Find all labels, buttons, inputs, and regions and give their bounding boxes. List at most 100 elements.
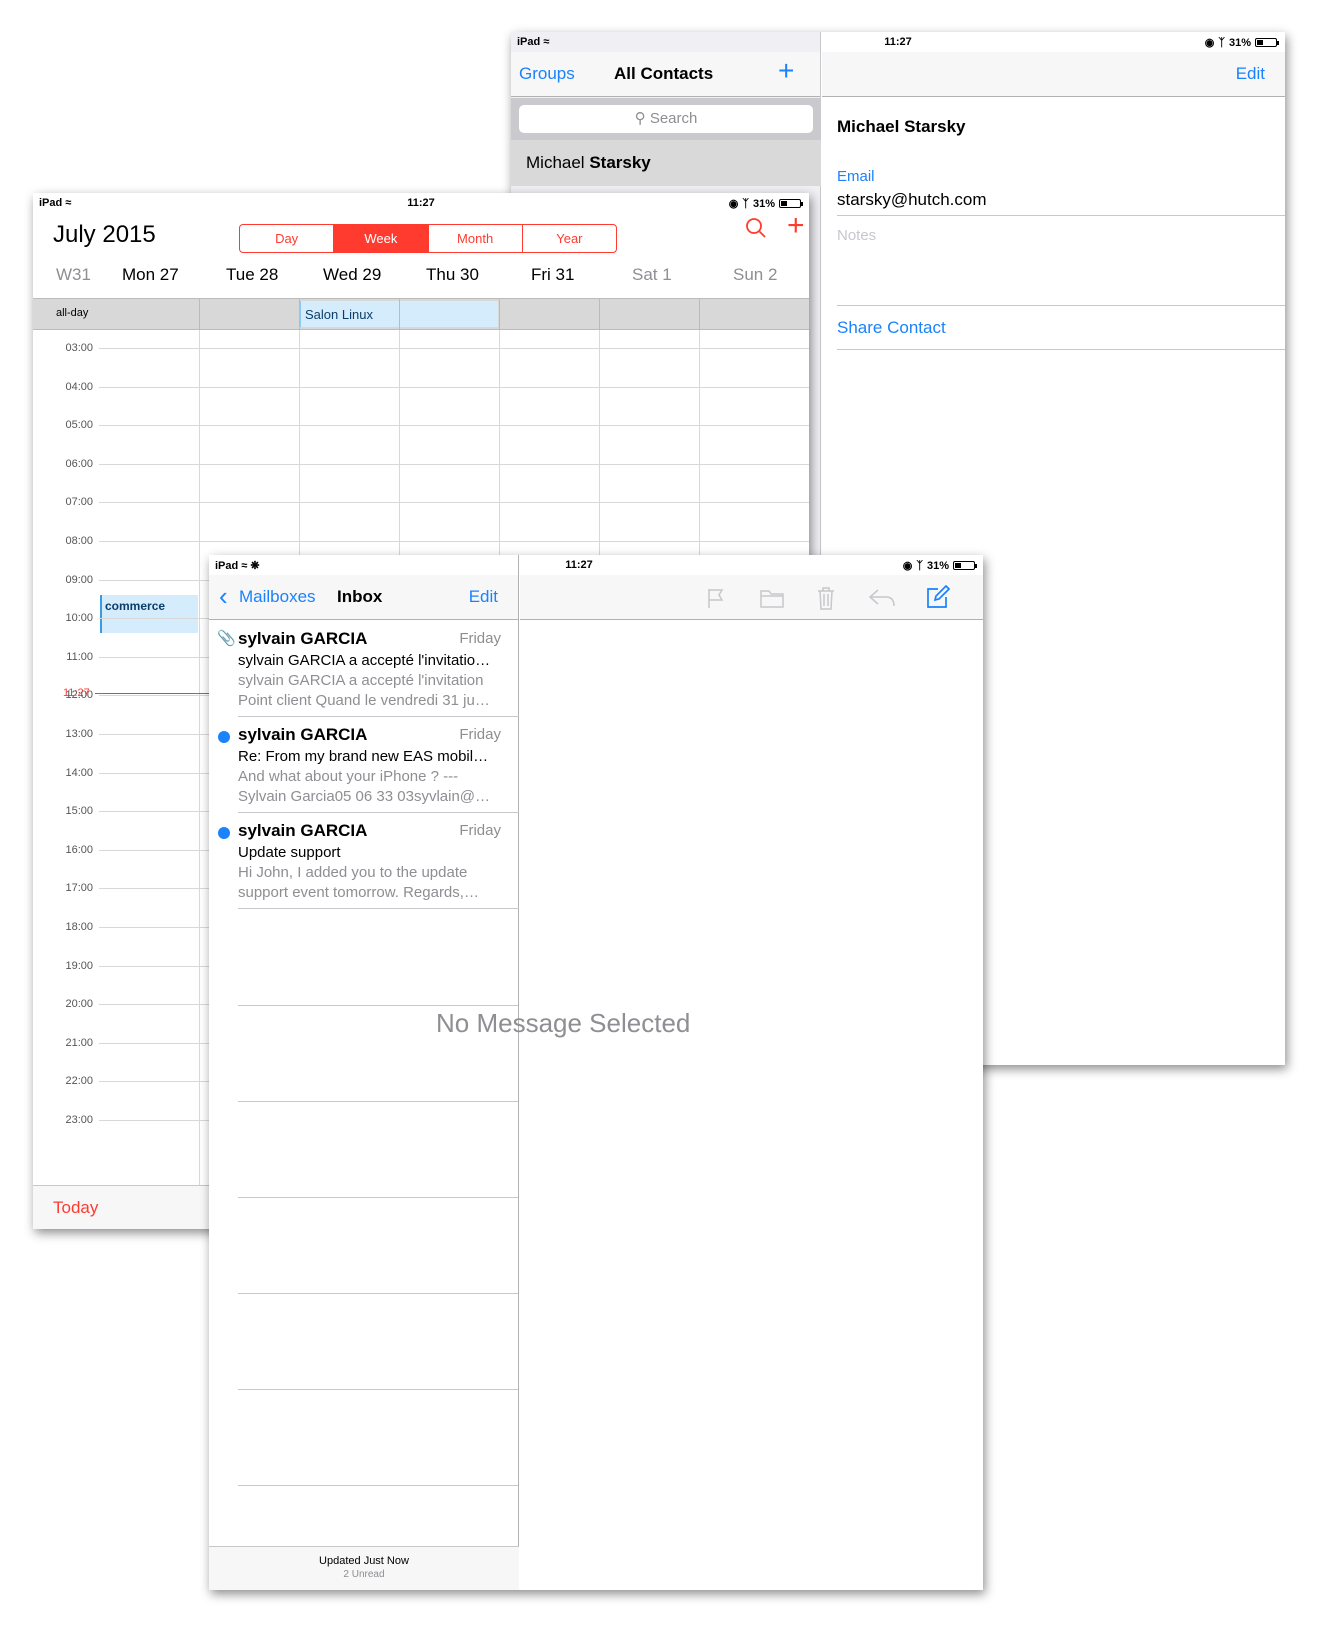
message-row[interactable]: 📎 sylvain GARCIA Friday sylvain GARCIA a… [209,621,519,717]
view-segmented-control: Day Week Month Year [239,224,617,253]
hour-label: 05:00 [65,419,93,431]
message-preview: sylvain GARCIA a accepté l'invitation Po… [238,671,500,711]
battery-icon [1255,38,1279,47]
divider [238,908,519,909]
mail-nav-bar: ‹ Mailboxes Inbox Edit [209,575,518,620]
folder-icon[interactable] [760,588,784,608]
search-icon[interactable] [745,217,767,239]
segment-day[interactable]: Day [240,225,333,252]
battery-percent: 31% [752,197,775,210]
contact-row-selected[interactable]: Michael Starsky [511,140,821,186]
message-preview-line: And what about your iPhone ? --- [238,768,459,785]
mailboxes-button[interactable]: Mailboxes [239,587,316,607]
mail-window: ‹ Mailboxes Inbox Edit 📎 sylvain GARCIA … [209,555,983,1590]
hour-label: 07:00 [65,496,93,508]
hour-label: 16:00 [65,844,93,856]
status-time: 11:27 [884,36,912,48]
today-button[interactable]: Today [53,1198,98,1218]
hour-label: 03:00 [65,342,93,354]
day-column-divider [199,330,200,1185]
empty-row-divider [238,1485,518,1486]
divider [837,305,1285,306]
message-sender: sylvain GARCIA [238,725,368,744]
hour-gridline [99,502,809,503]
calendar-month-title: July 2015 [53,221,156,249]
contacts-search-input[interactable]: ⚲ Search [519,105,813,133]
status-bar: iPad ≈ ❋ 11:27 ◉ ᛉ 31% [209,555,983,575]
segment-week[interactable]: Week [333,225,428,252]
divider [699,299,700,329]
contacts-title: All Contacts [614,64,714,83]
flag-icon[interactable] [706,587,726,609]
status-time: 11:27 [407,197,435,209]
bluetooth-icon: ᛉ [916,559,923,572]
divider [499,299,500,329]
segment-year[interactable]: Year [521,225,616,252]
year-label: 2015 [102,221,156,248]
battery-icon [953,561,977,570]
message-row[interactable]: sylvain GARCIA Friday Re: From my brand … [209,717,519,813]
share-contact-button[interactable]: Share Contact [837,318,946,338]
battery-icon [779,199,803,208]
reply-icon[interactable] [868,588,896,608]
divider [837,215,1285,216]
all-day-label: all-day [56,307,89,319]
inbox-title: Inbox [337,587,383,606]
empty-row-divider [238,1389,518,1390]
status-bar: iPad ≈ 11:27 ◉ ᛉ 31% [511,32,1285,52]
empty-row-divider [238,1293,518,1294]
lock-rotation-icon: ◉ [902,560,913,572]
message-preview-line: Point client Quand le vendredi 31 ju… [238,692,490,709]
message-preview-line: Hi John, I added you to the update [238,864,468,881]
trash-icon[interactable] [816,586,836,610]
message-sender: sylvain GARCIA [238,821,368,840]
segment-month[interactable]: Month [427,225,522,252]
search-icon: ⚲ [634,110,646,127]
bluetooth-icon: ᛉ [1218,36,1225,49]
empty-row-divider [238,1101,518,1102]
day-header-sat[interactable]: Sat 1 [632,265,672,285]
add-event-button[interactable]: + [787,209,805,243]
day-header-wed[interactable]: Wed 29 [323,265,381,285]
day-header-mon[interactable]: Mon 27 [122,265,179,285]
back-chevron-icon[interactable]: ‹ [219,581,228,612]
divider [399,299,400,329]
hour-label: 19:00 [65,960,93,972]
edit-contact-button[interactable]: Edit [1236,64,1265,84]
event-commerce[interactable]: commerce [100,595,198,633]
groups-button[interactable]: Groups [519,64,575,84]
contact-detail-name: Michael Starsky [837,117,966,136]
mail-status-footer: Updated Just Now 2 Unread [209,1546,519,1590]
hour-label: 22:00 [65,1075,93,1087]
contact-detail-nav: Edit [822,52,1285,97]
compose-icon[interactable] [926,585,950,609]
day-header-tue[interactable]: Tue 28 [226,265,278,285]
email-value[interactable]: starsky@hutch.com [837,190,987,210]
battery-percent: 31% [926,559,949,572]
edit-mail-button[interactable]: Edit [469,587,498,607]
week-number: W31 [56,265,91,284]
hour-label: 14:00 [65,767,93,779]
hour-gridline [99,348,809,349]
hour-label: 17:00 [65,882,93,894]
day-header-thu[interactable]: Thu 30 [426,265,479,285]
status-bar: iPad ≈ 11:27 ◉ ᛉ 31% [33,193,809,213]
hour-label: 23:00 [65,1114,93,1126]
status-time: 11:27 [565,559,593,571]
no-message-selected-text: No Message Selected [436,1008,691,1038]
notes-label[interactable]: Notes [837,227,876,244]
hour-label: 18:00 [65,921,93,933]
hour-label: 12:00 [65,689,93,701]
divider [599,299,600,329]
hour-label: 09:00 [65,574,93,586]
mail-list-pane: ‹ Mailboxes Inbox Edit 📎 sylvain GARCIA … [209,555,519,1590]
message-row[interactable]: sylvain GARCIA Friday Update support Hi … [209,813,519,909]
add-contact-button[interactable]: + [778,55,794,87]
battery-percent: 31% [1228,36,1251,49]
message-toolbar [520,575,983,620]
day-header-fri[interactable]: Fri 31 [531,265,574,285]
message-subject: Re: From my brand new EAS mobil… [238,748,489,765]
day-header-sun[interactable]: Sun 2 [733,265,777,285]
contacts-search-bar: ⚲ Search [511,98,821,140]
divider [299,299,300,329]
